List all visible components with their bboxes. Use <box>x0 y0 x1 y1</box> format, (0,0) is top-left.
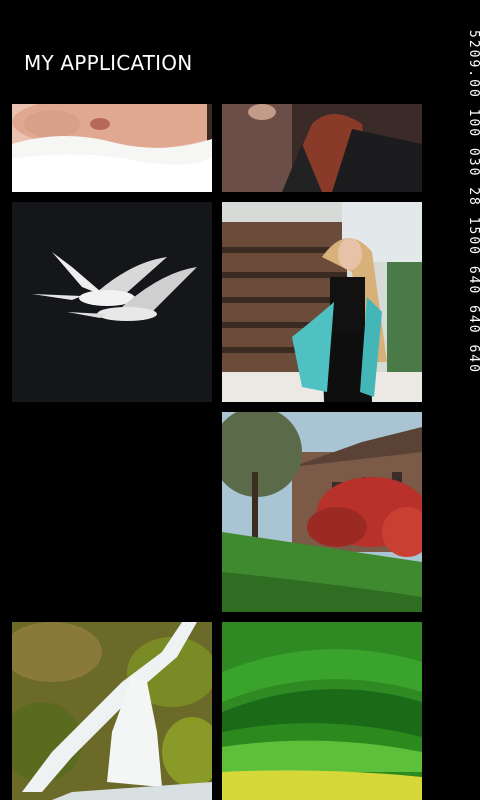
swans-flying-photo <box>12 202 212 402</box>
red-hair-woman-photo <box>222 104 422 192</box>
red-ivy-building-photo <box>222 412 422 612</box>
gallery-tile-red-ivy-building[interactable] <box>222 412 422 612</box>
frame-rate-counter-text: 5209.00 100 030 28 1500 640 640 640 <box>466 30 480 374</box>
frame-rate-counter: 5209.00 100 030 28 1500 640 640 640 <box>465 30 480 400</box>
app-title: MY APPLICATION <box>24 51 193 75</box>
green-hills-photo <box>222 622 422 800</box>
gallery-tile-fashion-model[interactable] <box>222 202 422 402</box>
waterfall-moss-photo <box>12 622 212 800</box>
gallery-tile-waterfall[interactable] <box>12 622 212 800</box>
gallery-tile-empty[interactable] <box>12 412 212 612</box>
gallery-tile-swans[interactable] <box>12 202 212 402</box>
gallery-tile-red-hair-woman[interactable] <box>222 104 422 192</box>
gallery-tile-baby-face[interactable] <box>12 104 212 192</box>
gallery-tile-green-hills[interactable] <box>222 622 422 800</box>
baby-face-photo <box>12 104 212 192</box>
fashion-model-photo <box>222 202 422 402</box>
